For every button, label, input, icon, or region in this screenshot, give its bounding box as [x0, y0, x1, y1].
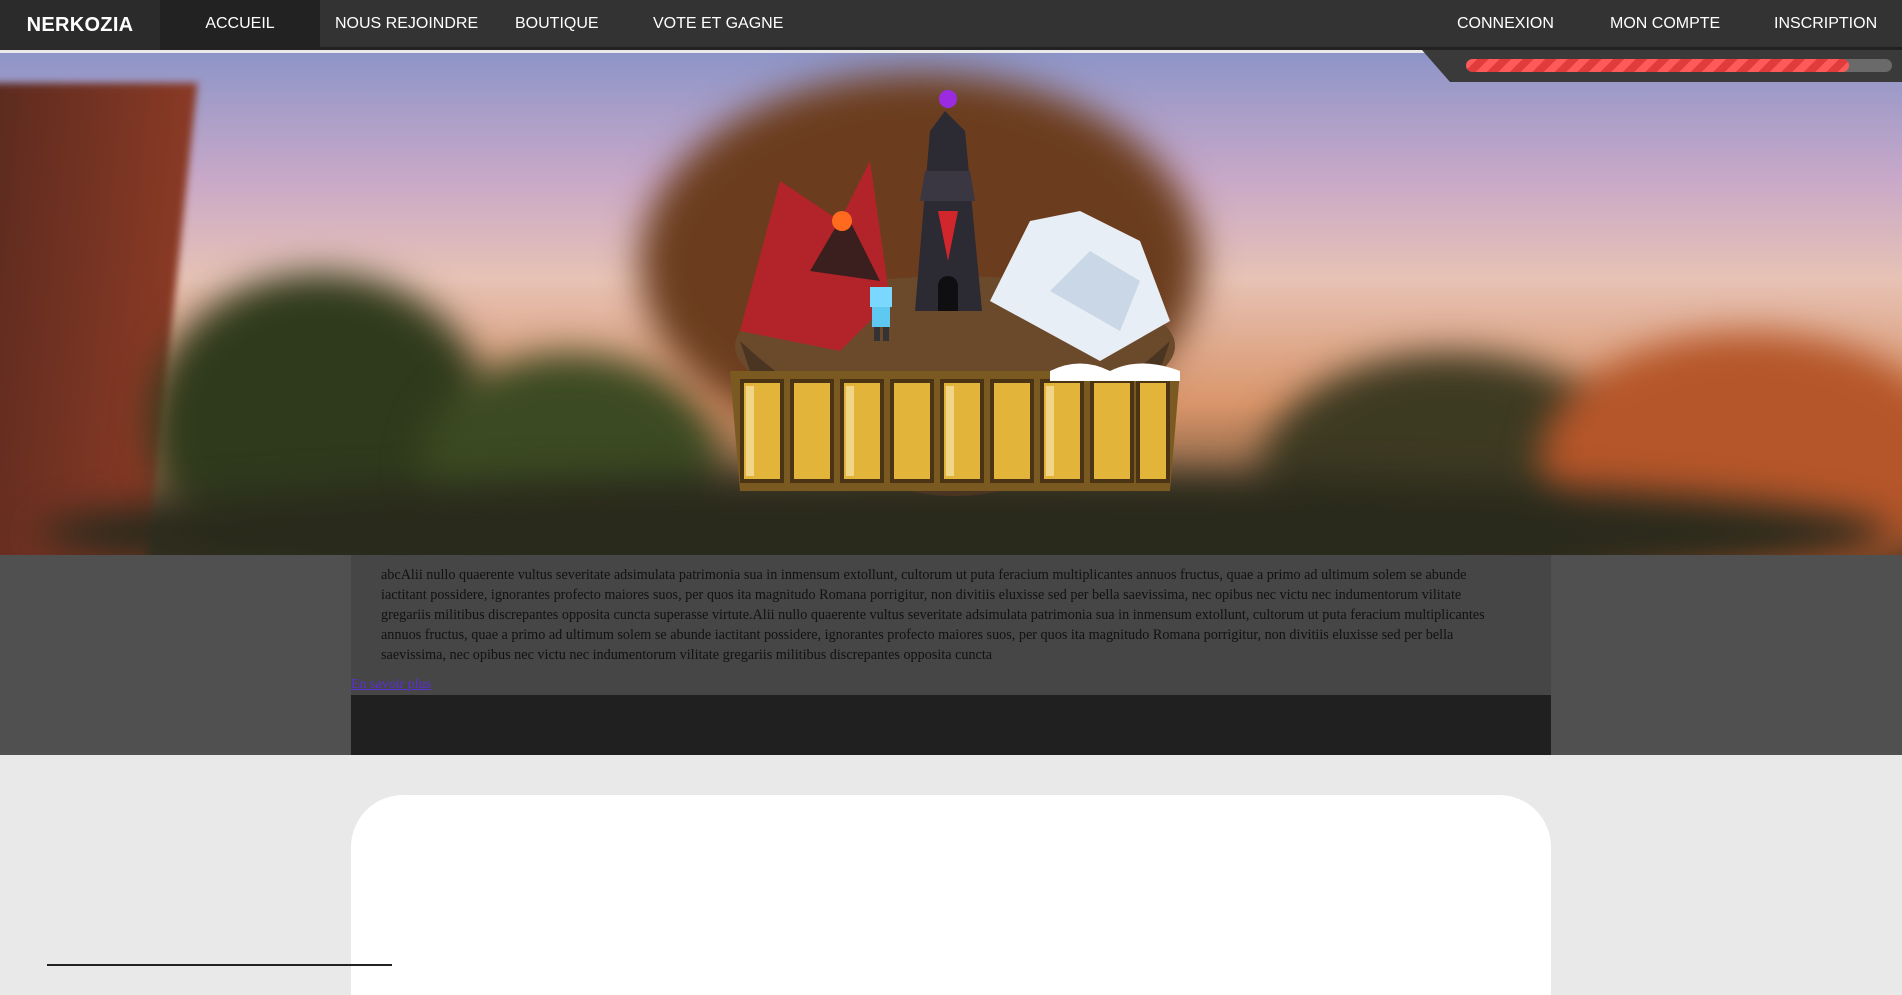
server-progress-bar	[1466, 59, 1892, 72]
nav-left: ACCUEIL NOUS REJOINDRE BOUTIQUE VOTE ET …	[160, 0, 833, 47]
nav-nous-rejoindre[interactable]: NOUS REJOINDRE	[320, 0, 515, 47]
server-progress-fill	[1466, 59, 1850, 72]
nav-mon-compte[interactable]: MON COMPTE	[1610, 0, 1774, 47]
content-card	[351, 795, 1551, 995]
brand-logo[interactable]: NERKOZIA	[0, 0, 160, 50]
top-navbar: NERKOZIA ACCUEIL NOUS REJOINDRE BOUTIQUE…	[0, 0, 1902, 50]
nav-right: CONNEXION MON COMPTE INSCRIPTION	[1457, 0, 1902, 47]
nav-accueil[interactable]: ACCUEIL	[160, 0, 320, 47]
article-footer	[351, 695, 1551, 755]
nav-connexion[interactable]: CONNEXION	[1457, 0, 1610, 47]
nav-inscription[interactable]: INSCRIPTION	[1774, 0, 1902, 47]
nerkozia-logo	[720, 71, 1190, 551]
server-progress-tab	[1422, 50, 1902, 82]
article-text: abcAlii nullo quaerente vultus severitat…	[381, 567, 1485, 663]
nerkozia-logo-icon	[730, 90, 1180, 496]
nav-vote-et-gagne[interactable]: VOTE ET GAGNE	[653, 0, 833, 47]
hero-banner	[0, 53, 1902, 555]
read-more-link[interactable]: En savoir plus	[351, 677, 431, 693]
nav-boutique[interactable]: BOUTIQUE	[515, 0, 653, 47]
